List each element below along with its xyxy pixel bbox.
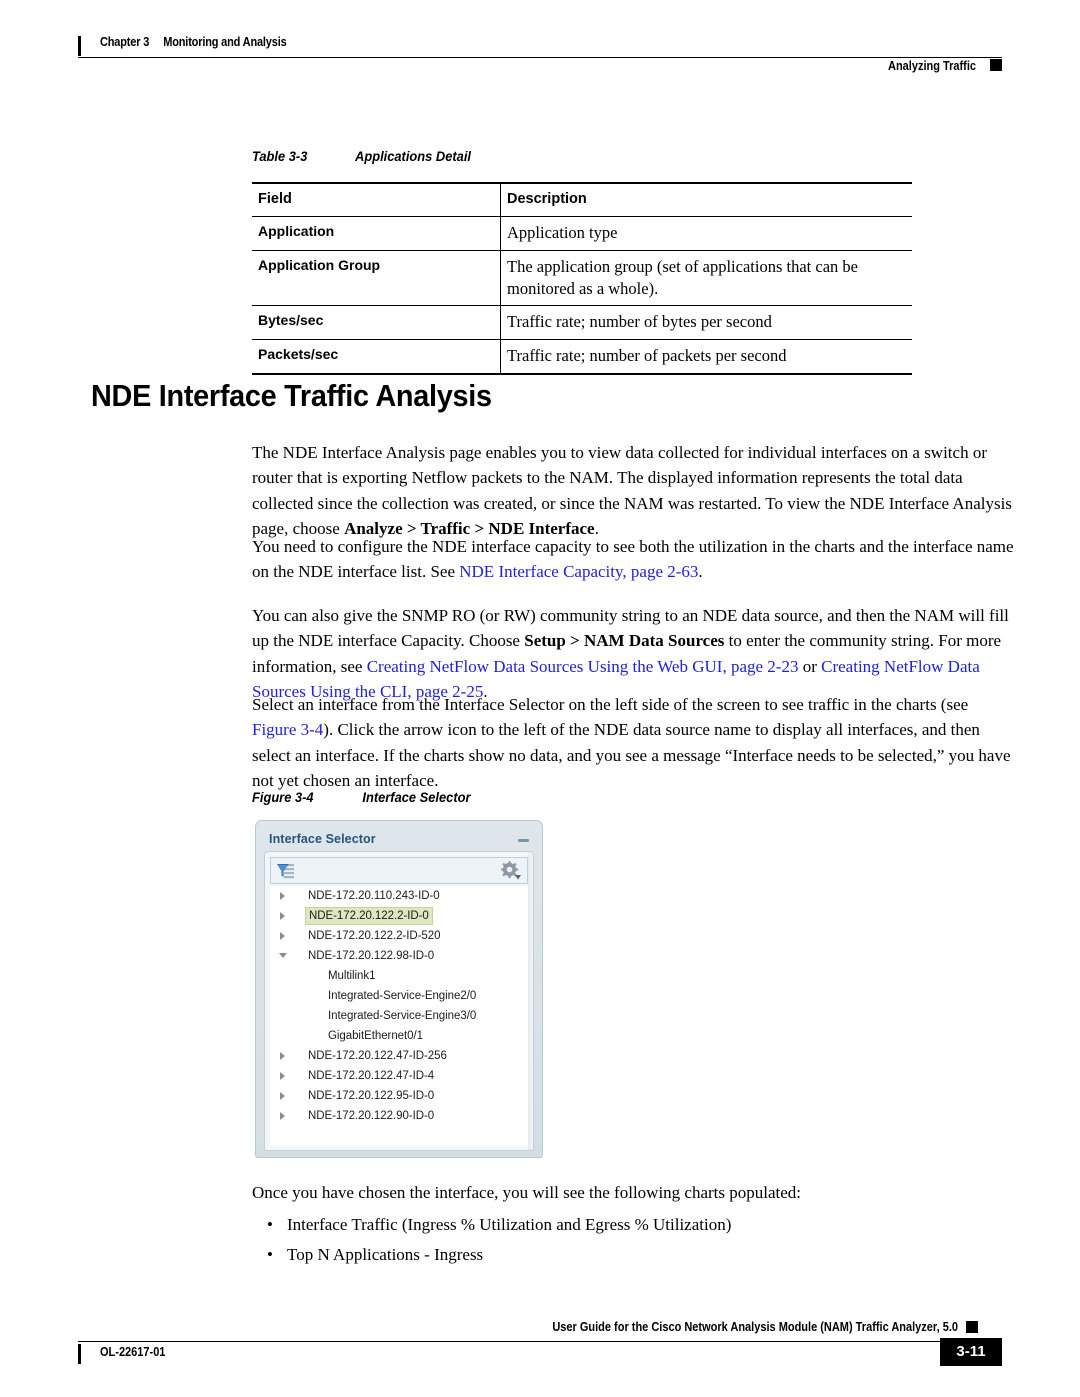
footer-document-id: OL-22617-01 [100,1345,166,1359]
footer-book-title: User Guide for the Cisco Network Analysi… [552,1320,958,1334]
figure-caption-title: Interface Selector [362,789,471,805]
expand-arrow-icon[interactable] [280,1052,285,1060]
link-nde-interface-capacity[interactable]: NDE Interface Capacity, page 2-63 [459,562,698,581]
paragraph-3: You can also give the SNMP RO (or RW) co… [252,603,1014,704]
table-cell-description: The application group (set of applicatio… [507,256,858,298]
interface-selector-panel-title: Interface Selector [269,832,376,846]
footer-page-number: 3-11 [940,1338,1002,1366]
footer-square-marker [966,1321,978,1333]
table-header-description: Description [507,191,587,207]
tree-item[interactable]: NDE-172.20.122.2-ID-520 [270,926,528,946]
header-chapter-title: Monitoring and Analysis [163,35,287,49]
header-running-head: Analyzing Traffic [887,59,976,73]
paragraph-3-menu-path: Setup > NAM Data Sources [524,631,725,651]
page-title: NDE Interface Traffic Analysis [91,378,492,413]
table-row: Bytes/sec Traffic rate; number of bytes … [252,305,912,340]
tree-item[interactable]: NDE-172.20.122.95-ID-0 [270,1086,528,1106]
tree-child-item[interactable]: GigabitEthernet0/1 [270,1026,528,1046]
figure-caption-number: Figure 3-4 [252,789,314,805]
charts-bullet-list: • Interface Traffic (Ingress % Utilizatio… [252,1210,1014,1270]
list-item: • Interface Traffic (Ingress % Utilizatio… [252,1210,1014,1240]
tree-item-label: NDE-172.20.122.47-ID-256 [308,1050,447,1062]
interface-selector-toolbar [270,857,528,884]
tree-item-label: GigabitEthernet0/1 [328,1030,423,1042]
figure-caption: Figure 3-4 Interface Selector [252,789,471,805]
tree-item-label: Integrated-Service-Engine2/0 [328,990,477,1002]
tree-item-selected[interactable]: NDE-172.20.122.2-ID-0 [270,906,528,926]
table-cell-field: Application [252,216,501,251]
table-cell-field: Bytes/sec [252,305,501,340]
expand-arrow-icon[interactable] [280,1092,285,1100]
paragraph-4: Select an interface from the Interface S… [252,692,1014,793]
table-row: Application Application type [252,216,912,251]
tree-child-item[interactable]: Multilink1 [270,966,528,986]
table-caption-number: Table 3-3 [252,148,308,164]
tree-item-label: NDE-172.20.122.2-ID-0 [305,907,433,925]
tree-item-label: Integrated-Service-Engine3/0 [328,1010,477,1022]
table-row: Application Group The application group … [252,250,912,306]
paragraph-1: The NDE Interface Analysis page enables … [252,440,1014,541]
paragraph-4-text-a: Select an interface from the Interface S… [252,695,969,714]
bullet-icon: • [267,1215,273,1234]
list-item-label: Interface Traffic (Ingress % Utilization… [287,1215,732,1234]
panel-edge-shading [528,852,533,1150]
page-footer: User Guide for the Cisco Network Analysi… [78,1320,1002,1370]
tree-item-label: NDE-172.20.110.243-ID-0 [308,890,440,902]
expand-arrow-icon[interactable] [280,912,285,920]
filter-icon[interactable] [276,862,296,880]
header-square-marker [990,59,1002,71]
collapse-arrow-icon[interactable] [279,953,287,958]
tree-item-label: Multilink1 [328,970,376,982]
interface-tree[interactable]: NDE-172.20.110.243-ID-0 NDE-172.20.122.2… [270,886,528,1146]
header-tick-mark [78,36,81,56]
header-chapter-number: Chapter 3 [100,35,150,49]
table-cell-field: Packets/sec [252,339,501,374]
table-header-row: Field Description [252,183,912,217]
gear-icon[interactable] [500,861,522,881]
page-header: Chapter 3 Monitoring and Analysis Analyzi… [78,32,1002,73]
table-caption: Table 3-3 Applications Detail [252,148,471,164]
header-chapter-info: Chapter 3 Monitoring and Analysis [100,35,287,49]
link-figure-3-4[interactable]: Figure 3-4 [252,720,323,739]
table-header-field: Field [252,183,501,217]
tree-item-label: NDE-172.20.122.90-ID-0 [308,1110,435,1122]
interface-selector-screenshot: Interface Selector NDE-172.20.110.243-ID… [255,820,543,1158]
paragraph-2: You need to configure the NDE interface … [252,534,1014,585]
footer-tick-mark [78,1344,81,1364]
expand-arrow-icon[interactable] [280,932,285,940]
paragraph-4-text-b: ). Click the arrow icon to the left of t… [252,720,1011,790]
applications-detail-table: Field Description Application Applicatio… [252,182,912,375]
paragraph-5: Once you have chosen the interface, you … [252,1183,802,1202]
table-cell-description: Application type [507,223,618,243]
tree-child-item[interactable]: Integrated-Service-Engine2/0 [270,986,528,1006]
list-item-label: Top N Applications - Ingress [287,1245,484,1264]
list-item: • Top N Applications - Ingress [252,1240,1014,1270]
tree-item-label: NDE-172.20.122.95-ID-0 [308,1090,435,1102]
bullet-icon: • [267,1245,273,1264]
tree-item[interactable]: NDE-172.20.122.98-ID-0 [270,946,528,966]
link-creating-netflow-web-gui[interactable]: Creating NetFlow Data Sources Using the … [367,657,799,676]
expand-arrow-icon[interactable] [280,1072,285,1080]
footer-rule [78,1341,1002,1343]
table-cell-field: Application Group [252,250,501,306]
tree-child-item[interactable]: Integrated-Service-Engine3/0 [270,1006,528,1026]
tree-item-label: NDE-172.20.122.47-ID-4 [308,1070,435,1082]
tree-item[interactable]: NDE-172.20.122.47-ID-256 [270,1046,528,1066]
paragraph-2-text-b: . [698,562,703,582]
table-caption-title: Applications Detail [355,148,471,164]
table-row: Packets/sec Traffic rate; number of pack… [252,339,912,374]
table-cell-description: Traffic rate; number of bytes per second [507,312,772,332]
minimize-icon[interactable] [518,839,529,842]
tree-item[interactable]: NDE-172.20.122.90-ID-0 [270,1106,528,1126]
expand-arrow-icon[interactable] [280,892,285,900]
tree-item[interactable]: NDE-172.20.122.47-ID-4 [270,1066,528,1086]
table-cell-description: Traffic rate; number of packets per seco… [507,346,787,366]
interface-selector-body: NDE-172.20.110.243-ID-0 NDE-172.20.122.2… [264,851,534,1151]
header-rule [78,57,1002,59]
expand-arrow-icon[interactable] [280,1112,285,1120]
tree-item-label: NDE-172.20.122.98-ID-0 [308,950,435,962]
tree-item[interactable]: NDE-172.20.110.243-ID-0 [270,886,528,906]
tree-item-label: NDE-172.20.122.2-ID-520 [308,930,441,942]
paragraph-3-text-c: or [798,656,822,676]
